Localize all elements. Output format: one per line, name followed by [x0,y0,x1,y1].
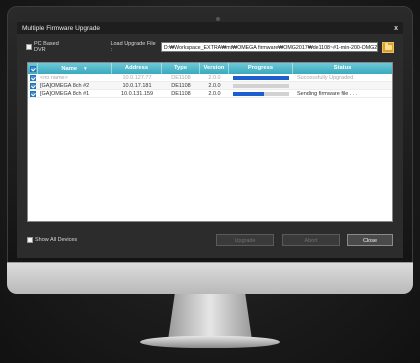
device-address: 10.0.127.77 [122,74,152,81]
table-row[interactable]: <no name> 10.0.127.77 DE1108 2.0.0 Succe… [28,74,392,82]
monitor-stand [168,294,252,340]
device-version: 2.0.0 [208,74,221,81]
pc-based-dvr-checkbox[interactable] [26,44,32,50]
device-name: [GA]OMEGA 8ch #1 [40,90,90,97]
device-name: [GA]OMEGA 8ch #2 [40,82,90,89]
show-all-devices-checkbox[interactable] [27,237,33,243]
abort-button[interactable]: Abort [282,234,340,246]
column-header-type[interactable]: Type [162,63,200,74]
column-header-address[interactable]: Address [112,63,162,74]
progress-bar [233,83,289,88]
firmware-upgrade-window: Multiple Firmware Upgrade x PC Based DVR… [17,22,403,258]
device-type: DE1108 [171,90,191,97]
select-all-cell [28,63,38,74]
device-type: DE1108 [171,82,191,89]
title-bar: Multiple Firmware Upgrade x [17,22,403,34]
device-address: 10.0.17.181 [122,82,152,89]
monitor-chin [7,262,413,294]
progress-bar [233,91,289,96]
device-type: DE1108 [171,74,191,81]
device-address: 10.0.131.159 [120,90,154,97]
device-name: <no name> [40,74,68,81]
pc-based-dvr-label: PC Based DVR [34,41,59,53]
progress-fill [233,91,264,96]
webcam-icon [216,17,220,21]
device-version: 2.0.0 [208,82,221,89]
select-all-checkbox[interactable] [29,65,36,72]
upgrade-file-path-input[interactable]: D:₩Workspace_EXTRA₩mt₩OMEGA firmware₩OMG… [160,42,379,52]
window-title: Multiple Firmware Upgrade [22,24,101,32]
device-status: Successfully Upgraded [297,74,354,81]
row-checkbox[interactable] [30,90,36,97]
table-row[interactable]: [GA]OMEGA 8ch #2 10.0.17.181 DE1108 2.0.… [28,82,392,90]
browse-folder-button[interactable] [382,41,394,53]
column-header-progress[interactable]: Progress [229,63,293,74]
table-row[interactable]: [GA]OMEGA 8ch #1 10.0.131.159 DE1108 2.0… [28,90,392,98]
close-icon[interactable]: x [394,25,398,32]
column-header-status[interactable]: Status [293,63,392,74]
monitor-stand-base [140,336,280,348]
table-header: Name ▼ Address Type Version Progress Stat… [28,63,392,74]
toolbar: PC Based DVR Load Upgrade File : D:₩Work… [17,40,403,54]
device-table: Name ▼ Address Type Version Progress Stat… [27,62,393,222]
folder-icon [384,43,392,50]
column-header-name[interactable]: Name ▼ [38,63,112,74]
close-button[interactable]: Close [347,234,393,246]
load-upgrade-file-label: Load Upgrade File : [110,41,156,53]
device-status: Sending firmware file . . . [297,90,358,97]
upgrade-button[interactable]: Upgrade [216,234,274,246]
device-version: 2.0.0 [208,90,221,97]
progress-bar [233,75,289,80]
sort-down-icon: ▼ [83,66,88,71]
column-header-version[interactable]: Version [200,63,229,74]
row-checkbox[interactable] [30,82,36,89]
footer-bar: Show All Devices Upgrade Abort Close [27,233,393,247]
progress-fill [233,75,289,80]
row-checkbox[interactable] [30,74,36,81]
show-all-devices-label: Show All Devices [35,237,78,243]
